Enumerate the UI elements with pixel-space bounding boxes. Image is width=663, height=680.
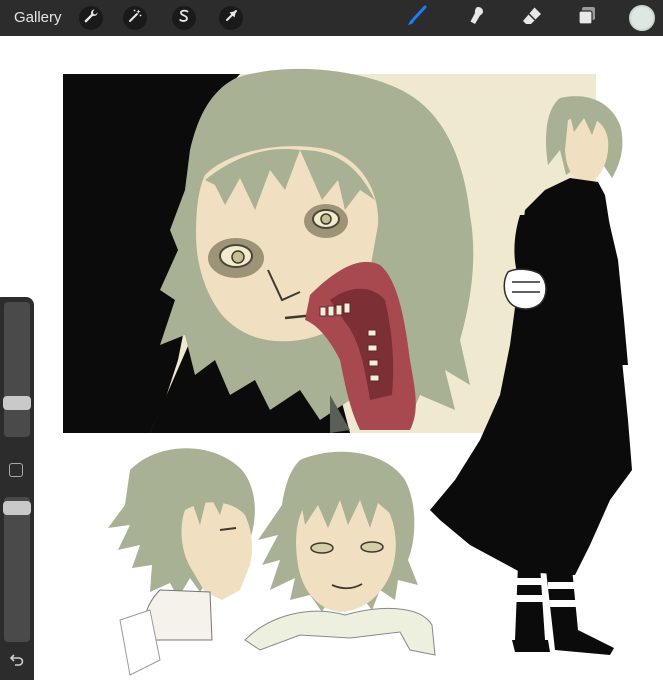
modify-button[interactable] [9, 463, 23, 477]
adjustments-button[interactable] [123, 6, 147, 30]
arrow-cursor-icon [223, 8, 239, 29]
front-head-right-eye [360, 541, 384, 553]
eraser-icon [520, 4, 544, 33]
layers-button[interactable] [574, 5, 600, 31]
undo-icon [9, 653, 24, 672]
artwork [63, 68, 632, 676]
actions-button[interactable] [79, 6, 103, 30]
canvas[interactable] [0, 36, 663, 680]
front-head-left-eye [310, 542, 334, 554]
figure-hand [503, 268, 547, 310]
top-toolbar: Gallery [0, 0, 663, 36]
big-head-left-pupil [231, 250, 245, 264]
layers-icon [575, 4, 599, 33]
brush-size-slider-thumb[interactable] [3, 396, 31, 410]
profile-head-face [181, 502, 253, 600]
undo-button[interactable] [7, 652, 27, 672]
opacity-slider-thumb[interactable] [3, 501, 31, 515]
brush-icon [405, 4, 429, 33]
front-head-collar [244, 607, 436, 656]
wrench-icon [83, 8, 99, 29]
brush-size-slider[interactable] [3, 302, 31, 437]
brush-tool-button[interactable] [404, 5, 430, 31]
smudge-tool-button[interactable] [463, 5, 489, 31]
gallery-button[interactable]: Gallery [14, 9, 62, 26]
figure-face [565, 116, 609, 184]
selection-s-icon [176, 8, 192, 29]
selection-button[interactable] [172, 6, 196, 30]
left-sidebar [0, 297, 34, 680]
figure-legs [512, 565, 614, 655]
magic-wand-icon [127, 8, 143, 29]
big-head-right-pupil [320, 213, 332, 225]
color-picker-button[interactable] [629, 5, 655, 31]
transform-button[interactable] [219, 6, 243, 30]
opacity-slider[interactable] [3, 497, 31, 642]
eraser-tool-button[interactable] [519, 5, 545, 31]
smudge-icon [464, 4, 488, 33]
